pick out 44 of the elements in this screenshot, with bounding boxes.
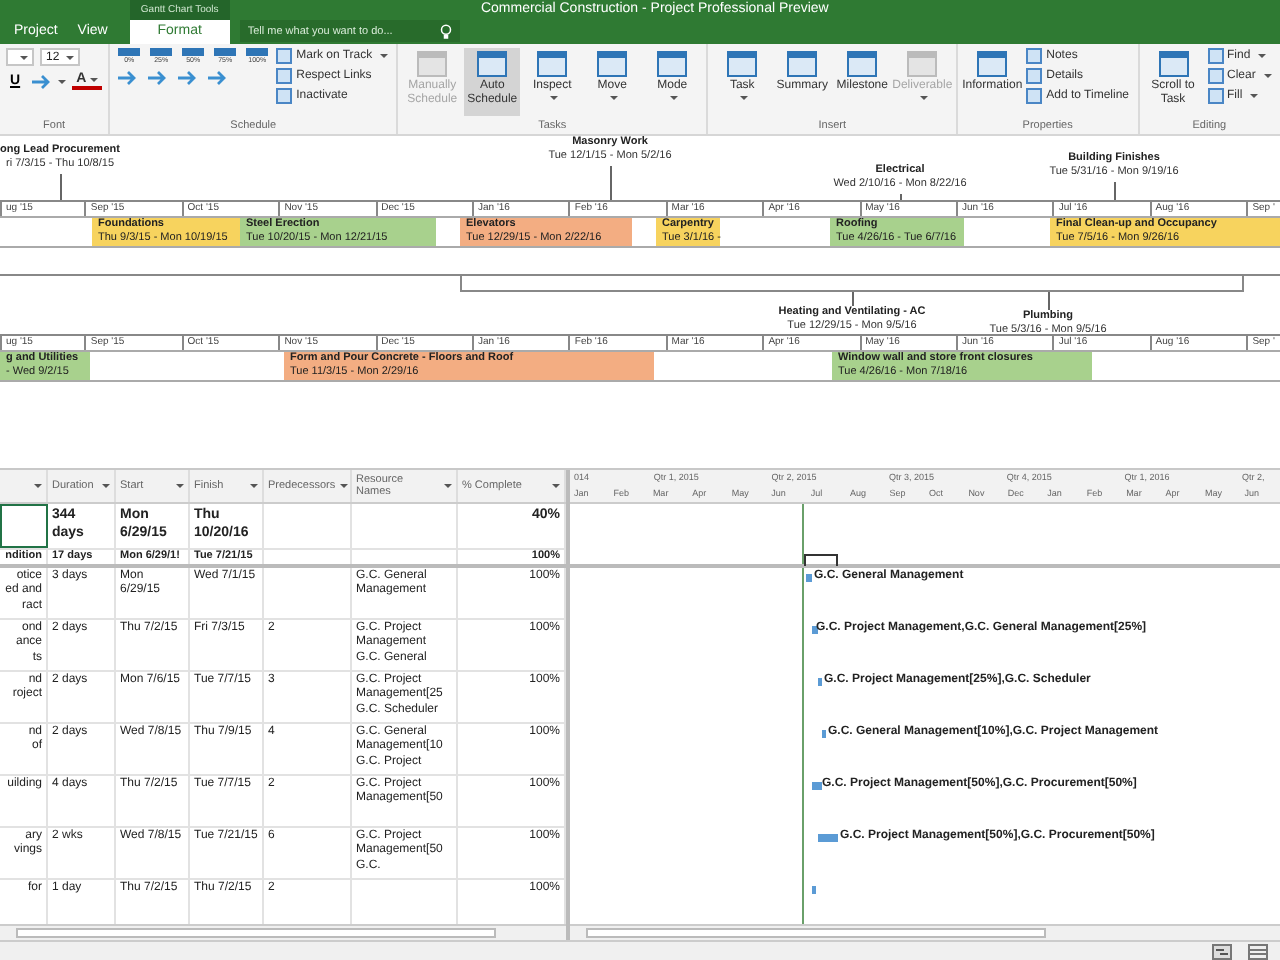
lightbulb-icon: [439, 23, 452, 39]
toolbar-button[interactable]: [146, 70, 171, 86]
caret-icon: [250, 483, 258, 488]
window-icon: [536, 50, 569, 78]
leader-line: [1048, 292, 1050, 310]
arrow-icon: [206, 70, 231, 86]
caret-icon: [102, 483, 110, 488]
caret-icon: [444, 483, 452, 488]
scrollbar-thumb[interactable]: [586, 928, 1046, 939]
window-icon: [656, 50, 689, 78]
caret-icon: [66, 55, 74, 59]
leader-line: [610, 166, 612, 200]
arrow-icon: [116, 70, 141, 86]
toolbar-button[interactable]: [116, 70, 141, 86]
arrow-icon: [176, 70, 201, 86]
leader-line: [1114, 182, 1116, 200]
toolbar-button[interactable]: [206, 70, 231, 86]
arrow-icon: [146, 70, 171, 86]
arrow-icon: [30, 73, 55, 89]
task-bar[interactable]: [812, 626, 818, 634]
window-icon: [1157, 50, 1189, 78]
summary-bar[interactable]: [804, 554, 838, 566]
window-icon: [976, 50, 1009, 78]
window-icon: [416, 50, 449, 78]
window-icon: [906, 50, 939, 78]
window-icon: [726, 50, 759, 78]
table-view-icon[interactable]: [1248, 943, 1268, 959]
font-field[interactable]: [6, 48, 34, 66]
window-icon: [476, 50, 509, 78]
caret-icon: [176, 483, 184, 488]
leader-line: [60, 174, 62, 200]
caret-icon: [339, 483, 348, 488]
task-name-cell[interactable]: [0, 503, 48, 548]
gantt-view-icon[interactable]: [1212, 943, 1232, 959]
window-icon: [596, 50, 629, 78]
window-icon: [786, 50, 819, 78]
caret-icon: [34, 483, 42, 488]
caret-icon: [20, 55, 28, 59]
leader-line: [852, 292, 854, 306]
toolbar-button[interactable]: [176, 70, 201, 86]
scrollbar-thumb[interactable]: [16, 928, 496, 939]
toolbar-button[interactable]: [30, 73, 67, 89]
window-icon: [846, 50, 879, 78]
caret-icon: [552, 483, 560, 488]
